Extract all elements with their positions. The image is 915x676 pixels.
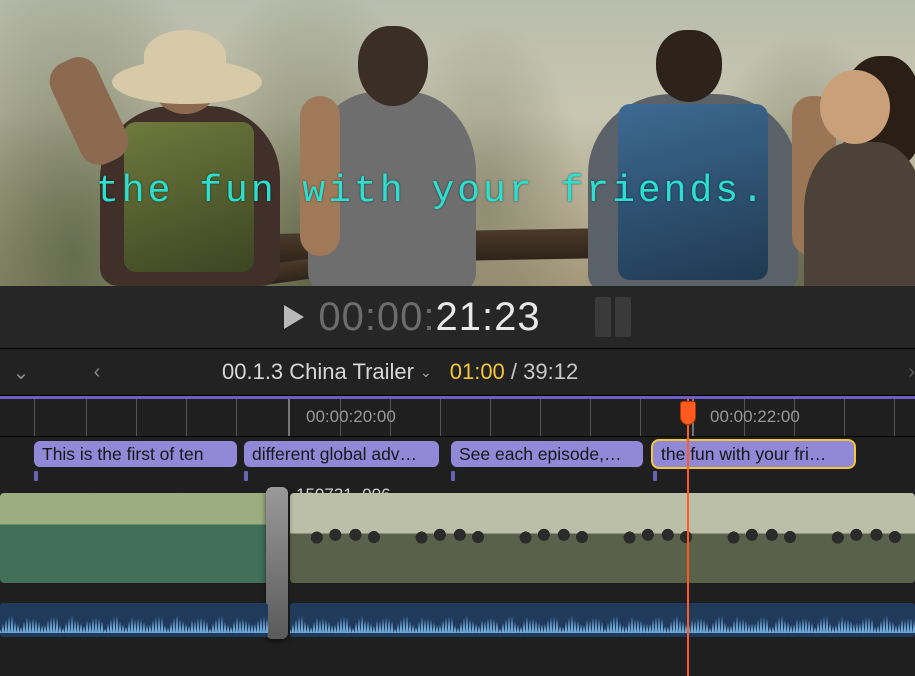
- ruler-tick-minor: [440, 399, 441, 436]
- ruler-tick-minor: [236, 399, 237, 436]
- figure-hiker-backpack: [560, 26, 830, 286]
- clip-thumbnail: [394, 493, 498, 583]
- timeline-history-forward[interactable]: ›: [805, 361, 915, 384]
- ruler-tick-minor: [894, 399, 895, 436]
- project-duration: 01:00 / 39:12: [450, 359, 578, 385]
- ruler-label: 00:00:22:00: [710, 407, 800, 427]
- clip-thumbnail: [90, 493, 180, 583]
- project-name-label: 00.1.3 China Trailer: [222, 359, 414, 385]
- project-name-dropdown[interactable]: 00.1.3 China Trailer ⌄: [222, 359, 432, 385]
- play-button[interactable]: [284, 305, 304, 329]
- caption-clip[interactable]: the fun with your fri…: [653, 441, 854, 467]
- clip-thumbnail: [290, 493, 394, 583]
- ruler-tick-major: [288, 399, 290, 436]
- clip-connector: [451, 471, 455, 481]
- project-bar: ⌄ ‹ 00.1.3 China Trailer ⌄ 01:00 / 39:12…: [0, 348, 915, 396]
- audio-meter-left: [595, 297, 611, 337]
- viewer: the fun with your friends.: [0, 0, 915, 286]
- clip-thumbnail: [498, 493, 602, 583]
- ruler-tick-minor: [640, 399, 641, 436]
- clip-thumbnail: [707, 493, 811, 583]
- ruler-tick-minor: [590, 399, 591, 436]
- caption-clip[interactable]: This is the first of ten: [34, 441, 237, 467]
- audio-clip-b[interactable]: [290, 603, 915, 637]
- ruler-tick-minor: [844, 399, 845, 436]
- figure-woman: [800, 46, 915, 286]
- ruler-label: 00:00:20:00: [306, 407, 396, 427]
- figure-hiker-grey: [300, 26, 480, 286]
- transport-bar: 00:00:21:23: [0, 286, 915, 348]
- captions-track[interactable]: This is the first of ten different global…: [0, 441, 915, 469]
- clip-thumbnail: [602, 493, 706, 583]
- clip-connector: [653, 471, 657, 481]
- clip-thumbnail: [180, 493, 270, 583]
- timecode-display: 00:00:21:23: [318, 295, 540, 340]
- ruler-tick-minor: [86, 399, 87, 436]
- ruler-tick-minor: [34, 399, 35, 436]
- ruler-tick-minor: [540, 399, 541, 436]
- video-clip-b[interactable]: [290, 493, 915, 583]
- ruler-tick-minor: [490, 399, 491, 436]
- timeline[interactable]: 00:00:20:00 00:00:22:00 This is the first…: [0, 396, 915, 676]
- clip-thumbnail: [0, 493, 90, 583]
- timecode-value: 21:23: [436, 295, 541, 339]
- audio-meter-right: [615, 297, 631, 337]
- chevron-down-icon: ⌄: [420, 364, 432, 381]
- video-track[interactable]: [0, 481, 915, 599]
- timecode-prefix: 00:00:: [318, 295, 435, 339]
- duration-total: 39:12: [523, 359, 578, 384]
- audio-track[interactable]: [0, 599, 915, 641]
- caption-clip[interactable]: See each episode,…: [451, 441, 643, 467]
- viewer-frame: [0, 0, 915, 286]
- duration-current: 01:00: [450, 359, 505, 384]
- ruler-tick-minor: [136, 399, 137, 436]
- ruler-tick-major: [692, 399, 694, 436]
- video-clip-a[interactable]: [0, 493, 270, 583]
- timeline-history-back[interactable]: ‹: [42, 361, 152, 384]
- audio-meters: [595, 297, 631, 337]
- caption-overlay-text: the fun with your friends.: [96, 170, 767, 213]
- ruler-tick-minor: [186, 399, 187, 436]
- timeline-index-dropdown[interactable]: ⌄: [0, 360, 42, 385]
- caption-clip[interactable]: different global adv…: [244, 441, 439, 467]
- clip-connector: [34, 471, 38, 481]
- clip-thumbnail: [811, 493, 915, 583]
- audio-clip-a[interactable]: [0, 603, 268, 637]
- clip-connector: [244, 471, 248, 481]
- figure-hiker-hat: [40, 26, 320, 286]
- timeline-ruler[interactable]: 00:00:20:00 00:00:22:00: [0, 399, 915, 437]
